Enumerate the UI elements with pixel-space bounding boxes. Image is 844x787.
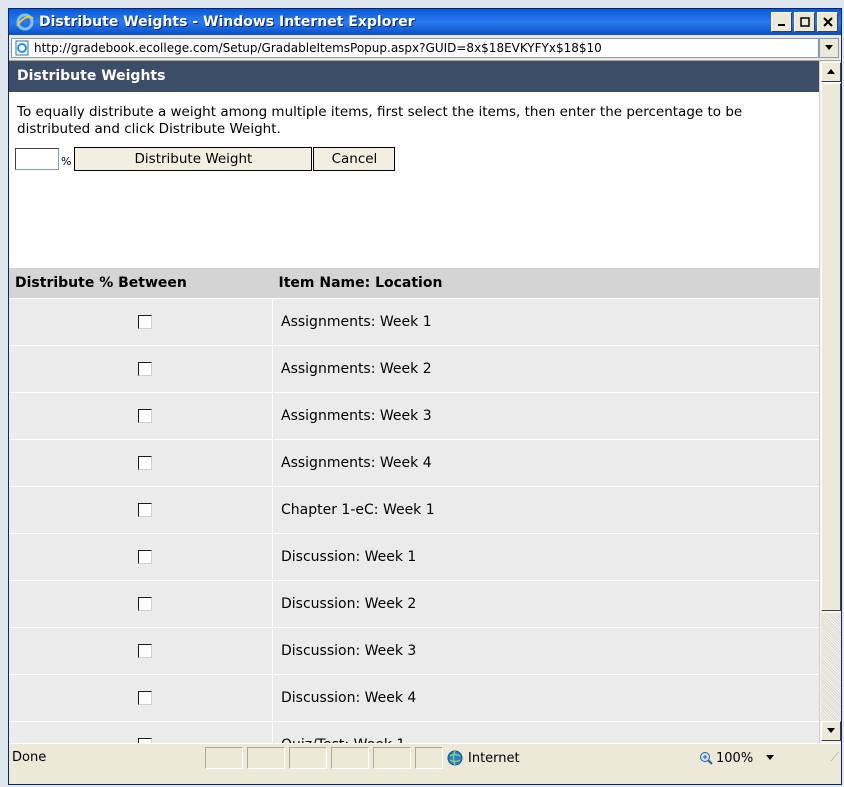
dialog-header: Distribute Weights — [9, 61, 819, 92]
ie-logo-icon — [16, 13, 34, 31]
status-bar: Done Internet 100% ⟋ — [9, 743, 841, 784]
item-name: Assignments: Week 4 — [272, 439, 819, 487]
status-segment — [205, 747, 243, 769]
distribute-column-header: Distribute % Between — [9, 268, 273, 299]
zone-text: Internet — [468, 750, 520, 766]
vertical-scrollbar[interactable] — [819, 61, 841, 743]
item-checkbox[interactable] — [138, 597, 152, 611]
status-segment — [373, 747, 411, 769]
distribute-weight-button[interactable]: Distribute Weight — [74, 147, 313, 171]
items-table: Distribute % Between Item Name: Location… — [9, 268, 819, 743]
table-row: Discussion: Week 3 — [9, 627, 819, 675]
title-bar[interactable]: Distribute Weights - Windows Internet Ex… — [9, 9, 841, 35]
item-name: Quiz/Test: Week 1 — [272, 721, 819, 743]
item-checkbox[interactable] — [138, 315, 152, 329]
resize-grip-icon[interactable]: ⟋ — [831, 750, 839, 765]
address-field[interactable]: http://gradebook.ecollege.com/Setup/Grad… — [11, 38, 819, 58]
status-text: Done — [12, 750, 47, 765]
item-name: Discussion: Week 1 — [272, 533, 819, 581]
distribute-controls: % Distribute Weight Cancel — [9, 138, 819, 174]
chevron-down-icon — [827, 728, 835, 733]
table-row: Assignments: Week 4 — [9, 439, 819, 487]
item-name: Assignments: Week 2 — [272, 345, 819, 393]
table-row: Quiz/Test: Week 1 — [9, 721, 819, 743]
table-row: Discussion: Week 1 — [9, 533, 819, 581]
globe-icon — [447, 750, 463, 766]
item-checkbox[interactable] — [138, 644, 152, 658]
item-name: Discussion: Week 3 — [272, 627, 819, 675]
address-bar: http://gradebook.ecollege.com/Setup/Grad… — [9, 35, 841, 61]
minimize-icon — [777, 24, 785, 26]
table-row: Assignments: Week 2 — [9, 345, 819, 393]
cancel-button[interactable]: Cancel — [313, 147, 396, 171]
chevron-up-icon — [827, 69, 835, 74]
browser-window: Distribute Weights - Windows Internet Ex… — [8, 8, 842, 785]
status-segment — [415, 747, 443, 769]
scroll-down-button[interactable] — [821, 721, 841, 741]
security-zone[interactable]: Internet — [447, 747, 520, 769]
close-icon — [822, 17, 833, 27]
item-checkbox[interactable] — [138, 550, 152, 564]
item-checkbox[interactable] — [138, 409, 152, 423]
table-row: Discussion: Week 4 — [9, 674, 819, 722]
item-checkbox[interactable] — [138, 362, 152, 376]
window-title: Distribute Weights - Windows Internet Ex… — [39, 14, 415, 30]
status-segment — [247, 747, 285, 769]
item-checkbox[interactable] — [138, 691, 152, 705]
item-name-column-header: Item Name: Location — [272, 268, 819, 299]
status-segment — [289, 747, 327, 769]
item-name: Discussion: Week 4 — [272, 674, 819, 722]
percent-input[interactable] — [15, 148, 59, 170]
minimize-button[interactable] — [771, 12, 792, 32]
chevron-down-icon — [766, 755, 775, 760]
maximize-button[interactable] — [794, 12, 815, 32]
zoom-text: 100% — [716, 750, 754, 766]
table-row: Assignments: Week 3 — [9, 392, 819, 440]
scroll-thumb[interactable] — [821, 83, 841, 611]
table-row: Assignments: Week 1 — [9, 298, 819, 346]
table-header-row: Distribute % Between Item Name: Location — [9, 268, 819, 299]
percent-sign: % — [61, 154, 72, 168]
chevron-down-icon — [825, 45, 833, 50]
table-row: Discussion: Week 2 — [9, 580, 819, 628]
scroll-up-button[interactable] — [821, 62, 841, 82]
status-segment — [331, 747, 369, 769]
item-checkbox[interactable] — [138, 456, 152, 470]
item-checkbox[interactable] — [138, 503, 152, 517]
address-dropdown-button[interactable] — [819, 38, 839, 58]
zoom-control[interactable]: 100% — [699, 747, 775, 769]
page-content: Distribute Weights To equally distribute… — [9, 61, 819, 743]
item-name: Assignments: Week 3 — [272, 392, 819, 440]
address-url: http://gradebook.ecollege.com/Setup/Grad… — [34, 41, 602, 55]
item-name: Discussion: Week 2 — [272, 580, 819, 628]
maximize-icon — [799, 17, 810, 27]
page-icon — [15, 40, 29, 56]
item-name: Assignments: Week 1 — [272, 298, 819, 346]
instructions-text: To equally distribute a weight among mul… — [17, 104, 743, 137]
zoom-icon — [700, 752, 713, 765]
close-button[interactable] — [817, 12, 838, 32]
table-row: Chapter 1-eC: Week 1 — [9, 486, 819, 534]
scroll-track[interactable] — [821, 613, 841, 721]
item-name: Chapter 1-eC: Week 1 — [272, 486, 819, 534]
